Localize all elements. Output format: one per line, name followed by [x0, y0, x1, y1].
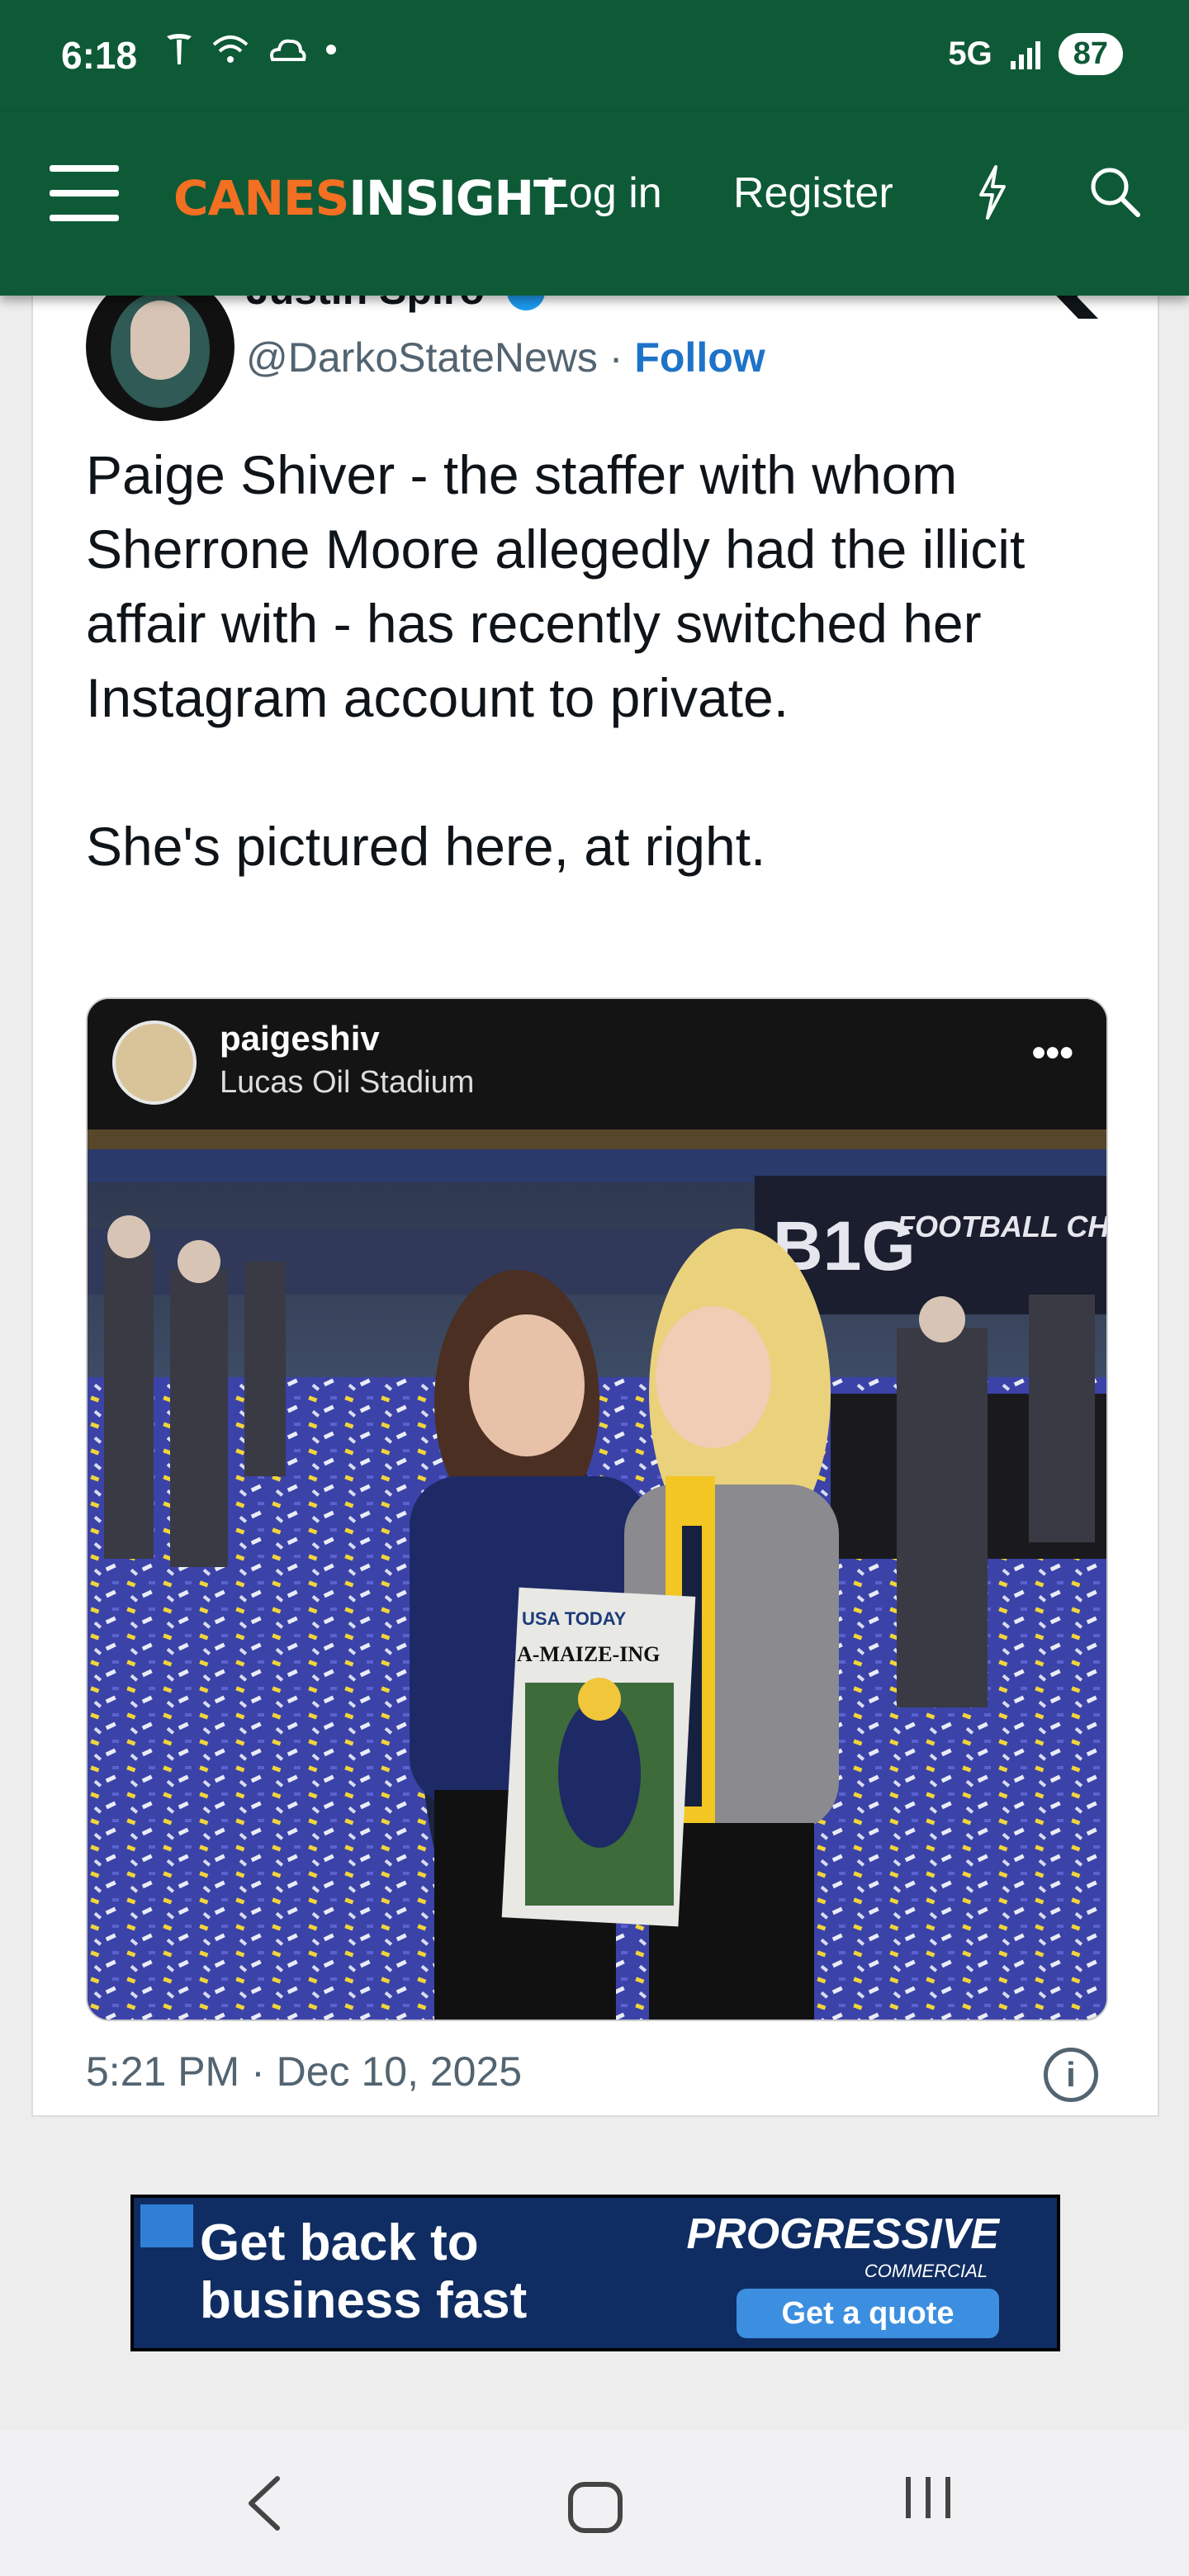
info-icon[interactable]: i: [1044, 2048, 1098, 2102]
search-icon[interactable]: [1088, 165, 1141, 218]
status-time: 6:18: [61, 34, 138, 77]
tweet-text-paragraph-1: Paige Shiver - the staffer with whom She…: [86, 444, 1026, 728]
status-bar: 6:18 5G 87: [0, 0, 1189, 112]
status-icons: [165, 33, 337, 66]
wifi-icon: [212, 36, 249, 63]
cloud-icon: [270, 39, 306, 61]
newspaper-headline: A-MAIZE-ING: [517, 1642, 660, 1666]
photo-illustration: B1G FOOTBALL CHAMPI USA T: [88, 1129, 1106, 2020]
instagram-embed[interactable]: paigeshiv Lucas Oil Stadium ••• B1G FOOT…: [86, 997, 1108, 2021]
battery-indicator: 87: [1058, 33, 1123, 75]
ad-container: Get back to business fast PROGRESSIVE CO…: [0, 2117, 1189, 2431]
logo-part-canes: CANES: [173, 170, 349, 226]
menu-icon[interactable]: [50, 165, 119, 221]
ad-headline-line-2: business fast: [200, 2272, 528, 2329]
follow-button[interactable]: Follow: [634, 334, 765, 381]
more-options-icon[interactable]: •••: [1032, 1030, 1073, 1076]
notification-dot-icon: [326, 45, 336, 54]
tweet-timestamp[interactable]: 5:21 PM · Dec 10, 2025: [86, 2048, 522, 2095]
ad-headline: Get back to business fast: [200, 2214, 527, 2330]
tesla-icon: [167, 34, 192, 64]
back-icon[interactable]: [239, 2470, 289, 2536]
ad-brand: PROGRESSIVE: [686, 2210, 999, 2258]
newspaper-masthead: USA TODAY: [522, 1608, 627, 1629]
status-right: 5G 87: [948, 33, 1123, 75]
ad-choices-icon[interactable]: [140, 2204, 193, 2247]
newspaper: USA TODAY A-MAIZE-ING: [501, 1587, 696, 1927]
recents-icon[interactable]: [900, 2469, 958, 2526]
stadium-photo[interactable]: B1G FOOTBALL CHAMPI USA T: [88, 1129, 1106, 2020]
home-icon[interactable]: [568, 2482, 623, 2533]
signal-icon: [1010, 40, 1040, 69]
site-logo[interactable]: CANESINSIGHT: [173, 170, 566, 226]
get-quote-button[interactable]: Get a quote: [737, 2289, 999, 2338]
sign-text: FOOTBALL CHAMPI: [897, 1210, 1106, 1243]
instagram-username[interactable]: paigeshiv: [220, 1019, 380, 1058]
progressive-ad[interactable]: Get back to business fast PROGRESSIVE CO…: [130, 2195, 1060, 2351]
site-header: CANESINSIGHT Log in Register: [0, 112, 1189, 296]
network-label: 5G: [948, 36, 992, 72]
tweet-embed-card[interactable]: Justin Spiro @DarkoStateNews · Follow Pa…: [31, 248, 1159, 2117]
author-handle[interactable]: @DarkoStateNews: [246, 334, 598, 381]
ad-brand-sub: COMMERCIAL: [864, 2261, 988, 2281]
ad-headline-line-1: Get back to: [200, 2214, 479, 2271]
tweet-text-paragraph-2: She's pictured here, at right.: [86, 816, 766, 877]
instagram-location[interactable]: Lucas Oil Stadium: [220, 1065, 474, 1101]
tweet-body: Paige Shiver - the staffer with whom She…: [86, 438, 1126, 958]
login-link[interactable]: Log in: [545, 168, 662, 218]
register-link[interactable]: Register: [733, 168, 893, 218]
author-handle-line: @DarkoStateNews · Follow: [246, 334, 765, 381]
instagram-avatar[interactable]: [112, 1020, 197, 1105]
lightning-icon[interactable]: [974, 163, 1011, 221]
logo-part-insight: INSIGHT: [348, 170, 566, 226]
system-navigation-bar: [0, 2431, 1189, 2576]
instagram-header: paigeshiv Lucas Oil Stadium •••: [88, 999, 1106, 1129]
handle-separator: ·: [597, 334, 635, 381]
